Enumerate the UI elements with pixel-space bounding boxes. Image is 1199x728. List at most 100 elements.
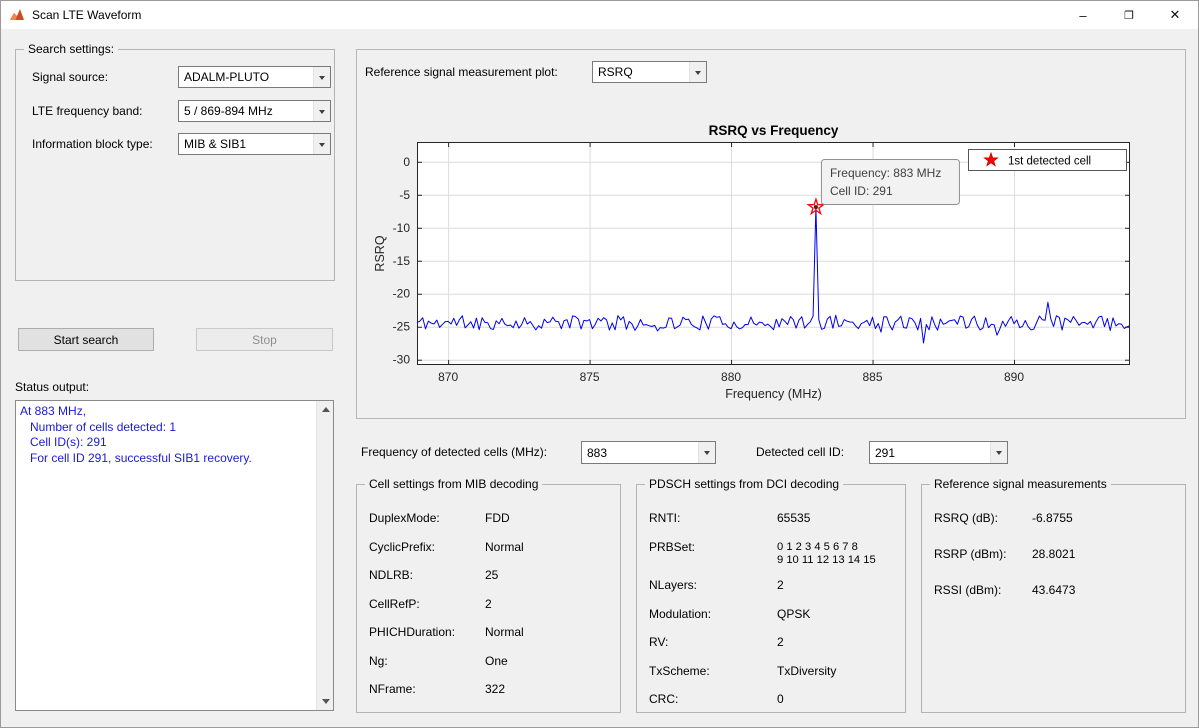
status-output-box[interactable]: At 883 MHz, Number of cells detected: 1 …: [15, 400, 334, 711]
setting-row: RNTI: 65535: [649, 509, 897, 528]
svg-text:890: 890: [1004, 370, 1024, 384]
detected-cell-id-select[interactable]: 291: [869, 441, 1008, 464]
setting-row: TxScheme: TxDiversity: [649, 662, 897, 681]
setting-label: Modulation:: [649, 606, 712, 621]
chart-panel: Reference signal measurement plot: RSRQ …: [356, 49, 1186, 419]
setting-row: PRBSet: 0 1 2 3 4 5 6 7 8 9 10 11 12 13 1…: [649, 538, 897, 567]
datatip-line: Cell ID: 291: [830, 184, 893, 198]
svg-text:-15: -15: [393, 254, 411, 268]
status-line: For cell ID 291, successful SIB1 recover…: [20, 450, 252, 465]
x-axis-label: Frequency (MHz): [725, 387, 822, 401]
chart-legend[interactable]: 1st detected cell: [968, 149, 1127, 171]
setting-row: Modulation: QPSK: [649, 605, 897, 624]
app-icon: [10, 9, 24, 20]
setting-row: RSRQ (dB): -6.8755: [934, 509, 1177, 528]
setting-label: RNTI:: [649, 511, 681, 525]
svg-text:-10: -10: [393, 221, 411, 235]
maximize-button[interactable]: ❐: [1106, 1, 1152, 29]
svg-text:875: 875: [580, 370, 600, 384]
setting-row: CRC: 0: [649, 690, 897, 709]
search-settings-group: Search settings: Signal source: ADALM-PL…: [15, 42, 335, 281]
scroll-down-icon[interactable]: [317, 693, 334, 710]
svg-text:-5: -5: [399, 188, 410, 202]
svg-text:-25: -25: [393, 320, 411, 334]
setting-row: NLayers: 2: [649, 576, 897, 595]
setting-label: RV:: [649, 635, 669, 649]
measurement-plot-select[interactable]: RSRQ: [592, 61, 707, 83]
setting-value: 0: [777, 692, 784, 706]
setting-label: CyclicPrefix:: [369, 539, 436, 554]
datatip-anchor: [813, 205, 819, 210]
setting-row: CyclicPrefix: Normal: [369, 538, 612, 557]
ref-measurements-group: Reference signal measurements RSRQ (dB):…: [921, 477, 1186, 713]
chevron-down-icon: [313, 134, 330, 154]
datatip[interactable]: Frequency: 883 MHz Cell ID: 291: [820, 159, 960, 205]
signal-source-select[interactable]: ADALM-PLUTO: [178, 66, 331, 88]
setting-value: QPSK: [777, 606, 811, 621]
setting-value: 322: [485, 682, 506, 696]
datatip-line: Frequency: 883 MHz: [830, 166, 941, 180]
combo-value: 291: [875, 445, 896, 460]
window-controls: – ❐ ✕: [1060, 1, 1198, 29]
chevron-down-icon: [313, 101, 330, 121]
plot-background: [417, 142, 1130, 365]
setting-row: NFrame: 322: [369, 680, 612, 699]
setting-value: 2: [777, 635, 784, 649]
info-block-type-select[interactable]: MIB & SIB1: [178, 133, 331, 155]
setting-label: RSSI (dBm):: [934, 583, 1002, 597]
setting-value: 43.6473: [1032, 583, 1076, 597]
status-scrollbar[interactable]: [316, 401, 333, 710]
svg-text:-30: -30: [393, 353, 411, 367]
setting-label: NDLRB:: [369, 568, 414, 582]
chevron-down-icon: [698, 442, 715, 463]
status-output-text: At 883 MHz, Number of cells detected: 1 …: [20, 404, 313, 707]
setting-label: CRC:: [649, 692, 679, 706]
setting-row: RSRP (dBm): 28.8021: [934, 545, 1177, 564]
measurement-plot-label: Reference signal measurement plot:: [365, 65, 558, 79]
chevron-down-icon: [990, 442, 1007, 463]
svg-text:0: 0: [403, 155, 410, 169]
setting-value: 28.8021: [1032, 547, 1076, 561]
setting-label: TxScheme:: [649, 663, 710, 678]
svg-text:885: 885: [863, 370, 883, 384]
detected-frequency-label: Frequency of detected cells (MHz):: [361, 445, 548, 459]
setting-value: 25: [485, 568, 499, 582]
setting-row: Ng: One: [369, 652, 612, 671]
frequency-band-label: LTE frequency band:: [32, 104, 143, 118]
chart-title: RSRQ vs Frequency: [709, 123, 839, 138]
setting-label: DuplexMode:: [369, 511, 440, 525]
combo-value: MIB & SIB1: [184, 137, 247, 151]
info-block-type-label: Information block type:: [32, 137, 153, 151]
app-window: Scan LTE Waveform – ❐ ✕ Search settings:…: [0, 0, 1199, 728]
setting-value: 2: [777, 578, 784, 592]
detected-frequency-select[interactable]: 883: [581, 441, 716, 464]
setting-label: RSRP (dBm):: [934, 547, 1007, 561]
setting-label: Ng:: [369, 653, 388, 668]
setting-label: NFrame:: [369, 682, 416, 696]
start-search-button[interactable]: Start search: [18, 328, 154, 351]
minimize-button[interactable]: –: [1060, 1, 1106, 29]
legend-label: 1st detected cell: [1008, 156, 1091, 168]
window-title: Scan LTE Waveform: [32, 8, 142, 22]
rsrq-frequency-chart: 870 875 880 885 890 0 -5 -10 -15 -20 -25 -30 RSRQ vs…: [373, 123, 1131, 401]
setting-row: NDLRB: 25: [369, 566, 612, 585]
setting-row: PHICHDuration: Normal: [369, 623, 612, 642]
signal-source-label: Signal source:: [32, 70, 109, 84]
setting-label: PHICHDuration:: [369, 625, 456, 639]
close-button[interactable]: ✕: [1152, 1, 1198, 29]
setting-label: NLayers:: [649, 578, 698, 592]
detected-cell-id-label: Detected cell ID:: [756, 445, 845, 459]
setting-value: 0 1 2 3 4 5 6 7 8 9 10 11 12 13 14 15: [777, 540, 876, 566]
status-line: Cell ID(s): 291: [20, 435, 107, 449]
svg-text:-20: -20: [393, 287, 411, 301]
status-output-label: Status output:: [15, 380, 90, 394]
setting-row: RV: 2: [649, 633, 897, 652]
setting-row: CellRefP: 2: [369, 595, 612, 614]
setting-row: RSSI (dBm): 43.6473: [934, 581, 1177, 600]
pdsch-rows: RNTI: 65535 PRBSet: 0 1 2 3 4 5 6 7 8 9 10 …: [637, 485, 905, 712]
setting-value: 2: [485, 596, 492, 611]
y-axis-label: RSRQ: [373, 235, 387, 271]
setting-value: TxDiversity: [777, 663, 837, 678]
scroll-up-icon[interactable]: [317, 401, 334, 418]
frequency-band-select[interactable]: 5 / 869-894 MHz: [178, 100, 331, 122]
